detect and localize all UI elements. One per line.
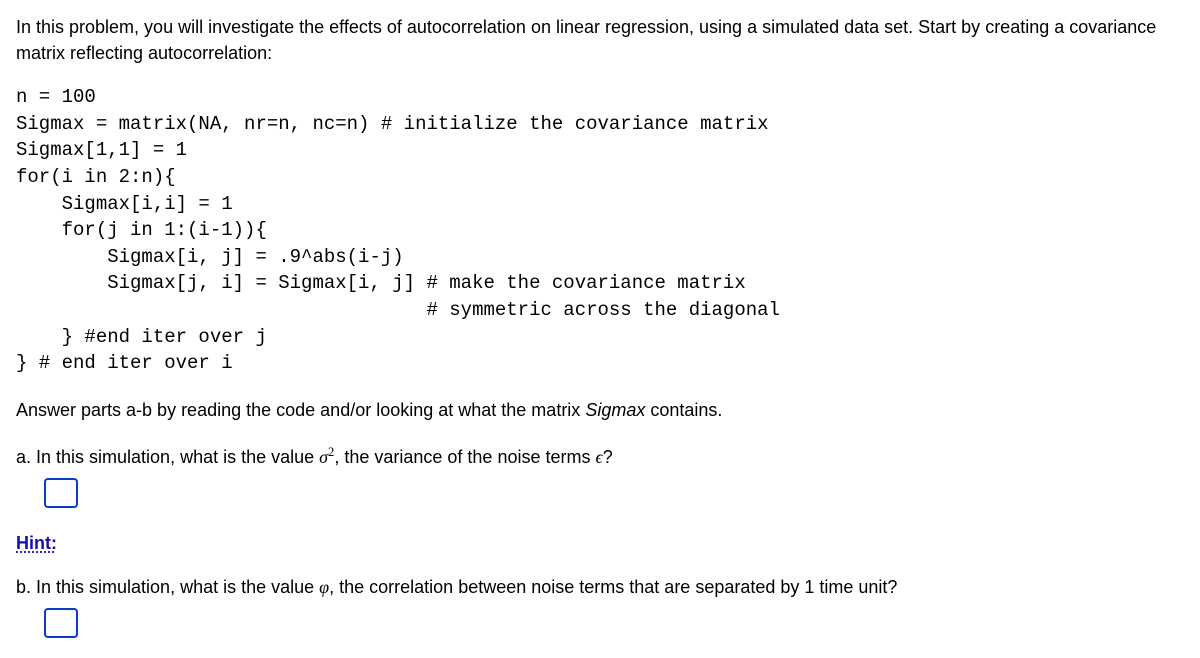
question-a: a. In this simulation, what is the value… xyxy=(16,443,1184,470)
phi-symbol: φ xyxy=(319,577,329,597)
answer-a-input[interactable] xyxy=(44,478,78,508)
qb-pre: b. In this simulation, what is the value xyxy=(16,577,319,597)
qa-mid: , the variance of the noise terms xyxy=(334,447,595,467)
qa-pre: a. In this simulation, what is the value xyxy=(16,447,319,467)
instruction-italic: Sigmax xyxy=(585,400,645,420)
question-b: b. In this simulation, what is the value… xyxy=(16,574,1184,600)
qb-post: , the correlation between noise terms th… xyxy=(329,577,897,597)
intro-text: In this problem, you will investigate th… xyxy=(16,14,1184,66)
qa-post: ? xyxy=(603,447,613,467)
hint-link[interactable]: Hint: xyxy=(16,530,57,556)
answer-b-input[interactable] xyxy=(44,608,78,638)
epsilon-symbol: ϵ xyxy=(595,447,602,467)
instruction-post: contains. xyxy=(645,400,722,420)
sigma-symbol: σ xyxy=(319,447,328,467)
answer-b-wrap xyxy=(16,608,1184,638)
instruction-text: Answer parts a-b by reading the code and… xyxy=(16,397,1184,423)
instruction-pre: Answer parts a-b by reading the code and… xyxy=(16,400,585,420)
code-block: n = 100 Sigmax = matrix(NA, nr=n, nc=n) … xyxy=(16,84,1184,377)
answer-a-wrap xyxy=(16,478,1184,508)
